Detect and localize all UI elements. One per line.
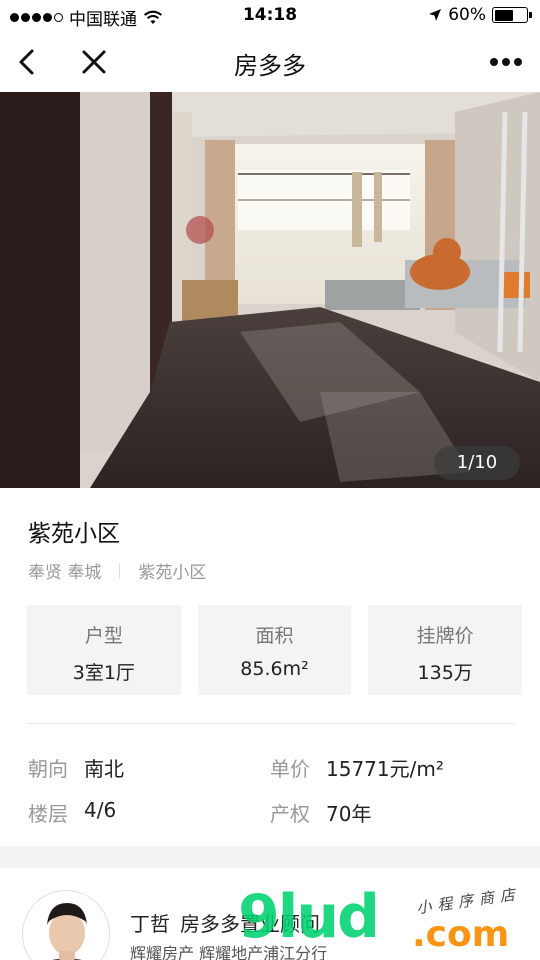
detail-value: 15771元/m² <box>326 757 444 781</box>
section-divider <box>28 723 514 724</box>
detail-orientation: 朝向 南北 <box>28 753 124 782</box>
stat-value: 85.6m² <box>240 658 309 680</box>
section-gap <box>0 846 540 868</box>
stat-label: 挂牌价 <box>416 625 474 647</box>
photo-counter: 1/10 <box>434 446 520 480</box>
district-label: 奉贤 奉城 <box>28 563 102 583</box>
agent-name: 丁哲 <box>130 912 170 936</box>
stat-value: 3室1厅 <box>72 662 135 684</box>
location-arrow-icon <box>429 9 442 21</box>
more-dots-icon <box>490 58 498 66</box>
back-button[interactable] <box>12 46 44 78</box>
more-button[interactable] <box>486 48 526 76</box>
listing-photo[interactable]: 1/10 <box>0 92 540 488</box>
system-indicators: 60% <box>428 5 532 25</box>
room-photo-image <box>0 92 540 488</box>
chevron-left-icon <box>19 49 34 75</box>
location-divider <box>119 562 121 579</box>
key-stats: 户型 3室1厅 面积 85.6m² 挂牌价 135万 <box>27 605 523 695</box>
detail-unit-price: 单价 15771元/m² <box>270 753 444 782</box>
detail-label: 产权 <box>270 802 310 826</box>
agent-portrait-image <box>23 891 109 960</box>
close-icon <box>82 50 106 74</box>
battery-level <box>494 9 514 21</box>
detail-label: 楼层 <box>28 802 68 826</box>
stat-card-area: 面积 85.6m² <box>197 605 352 695</box>
detail-property-right: 产权 70年 <box>270 798 371 827</box>
community-label: 紫苑小区 <box>138 563 207 583</box>
stat-label: 面积 <box>255 625 294 647</box>
detail-floor: 楼层 4/6 <box>28 798 116 827</box>
battery-percent: 60% <box>448 5 486 25</box>
stat-card-price: 挂牌价 135万 <box>368 605 523 695</box>
close-button[interactable] <box>78 46 110 78</box>
agent-card[interactable]: 丁哲 房多多置业顾问 辉耀房产 辉耀地产浦江分行 <box>0 868 540 960</box>
detail-value: 70年 <box>326 802 372 826</box>
detail-label: 朝向 <box>28 757 68 781</box>
detail-value: 南北 <box>84 757 124 781</box>
battery-icon <box>492 7 532 23</box>
detail-label: 单价 <box>270 757 310 781</box>
nav-bar: 房多多 <box>0 32 540 92</box>
stat-label: 户型 <box>84 625 123 647</box>
listing-title: 紫苑小区 <box>28 521 120 547</box>
listing-location: 奉贤 奉城 紫苑小区 <box>28 558 206 583</box>
agent-role: 房多多置业顾问 <box>180 912 320 936</box>
stat-value: 135万 <box>417 662 473 684</box>
status-bar: 中国联通 14:18 60% <box>0 0 540 32</box>
agent-avatar[interactable] <box>22 890 110 960</box>
detail-value: 4/6 <box>84 798 117 822</box>
agent-name-line: 丁哲 房多多置业顾问 <box>130 908 320 937</box>
agent-company: 辉耀房产 辉耀地产浦江分行 <box>130 944 328 960</box>
stat-card-layout: 户型 3室1厅 <box>27 605 181 695</box>
